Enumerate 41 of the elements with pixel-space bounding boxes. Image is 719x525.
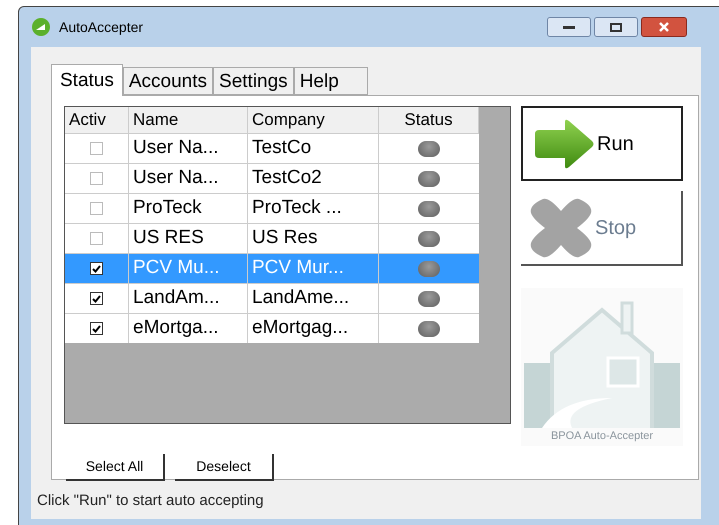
deselect-button[interactable]: Deselect xyxy=(175,454,274,481)
checkmark-icon xyxy=(92,294,101,302)
status-indicator xyxy=(418,230,440,246)
table-row[interactable]: US RES US Res xyxy=(65,223,479,253)
logo-caption: BPOA Auto-Accepter xyxy=(550,428,654,444)
checkmark-icon xyxy=(92,324,101,332)
cross-icon xyxy=(529,196,593,258)
tab[interactable]: Status xyxy=(51,64,123,96)
maximize-button[interactable] xyxy=(594,17,638,37)
table-row[interactable]: LandAm... LandAme... xyxy=(65,283,479,313)
checkbox[interactable] xyxy=(90,172,103,185)
tab[interactable]: Accounts xyxy=(122,67,214,95)
table-row[interactable]: User Na... TestCo2 xyxy=(65,163,479,193)
select-all-button[interactable]: Select All xyxy=(66,454,165,481)
status-indicator xyxy=(418,140,440,156)
status-indicator xyxy=(418,200,440,216)
status-text: Click "Run" to start auto accepting xyxy=(37,491,264,511)
checkmark-icon xyxy=(92,264,101,272)
status-indicator xyxy=(418,320,440,336)
tab[interactable]: Settings xyxy=(213,67,294,95)
checkbox[interactable] xyxy=(90,292,103,305)
table-row[interactable]: User Na... TestCo xyxy=(65,133,479,163)
tab[interactable]: Help xyxy=(294,67,368,95)
close-button[interactable] xyxy=(641,17,687,37)
minimize-button[interactable] xyxy=(547,17,591,37)
checkbox[interactable] xyxy=(90,202,103,215)
status-indicator xyxy=(418,290,440,306)
status-indicator xyxy=(418,170,440,186)
app-icon xyxy=(31,17,51,37)
table-row[interactable]: eMortga... eMortgag... xyxy=(65,313,479,343)
checkbox[interactable] xyxy=(90,232,103,245)
checkbox[interactable] xyxy=(90,322,103,335)
table-cell: eMortgag... xyxy=(248,314,379,343)
run-button[interactable]: Run xyxy=(521,106,683,181)
table-row[interactable]: ProTeck ProTeck ... xyxy=(65,193,479,223)
checkbox[interactable] xyxy=(90,262,103,275)
table-cell: eMortga... xyxy=(129,314,248,343)
checkbox[interactable] xyxy=(90,142,103,155)
window-title: AutoAccepter xyxy=(59,18,144,37)
close-icon xyxy=(658,22,670,32)
status-indicator xyxy=(418,260,440,276)
